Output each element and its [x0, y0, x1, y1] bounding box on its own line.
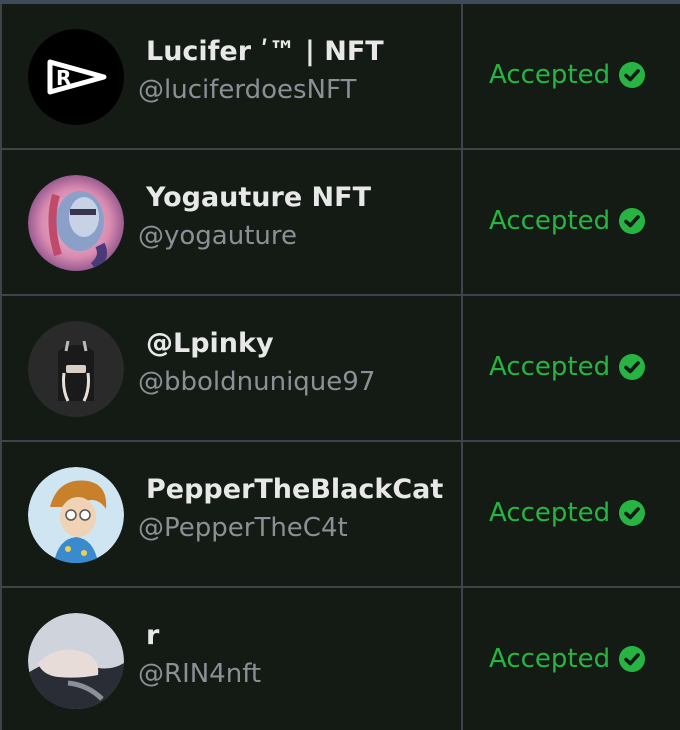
avatar[interactable] — [28, 321, 124, 417]
user-handle[interactable]: @yogauture — [138, 221, 297, 251]
cartoon-avatar-icon — [28, 467, 124, 563]
status-label: Accepted — [489, 498, 611, 528]
table-row[interactable]: PepperTheBlackCat @PepperTheC4t Accepted — [0, 442, 680, 588]
user-handle[interactable]: @RIN4nft — [138, 659, 261, 689]
status-badge: Accepted — [489, 352, 646, 382]
portrait-avatar-icon — [28, 175, 124, 271]
check-circle-icon — [618, 499, 646, 527]
table-row[interactable]: @Lpinky @bboldnunique97 Accepted — [0, 296, 680, 442]
photo-avatar-icon — [28, 613, 124, 709]
check-circle-icon — [618, 645, 646, 673]
status-label: Accepted — [489, 60, 611, 90]
status-label: Accepted — [489, 352, 611, 382]
svg-text:R: R — [56, 66, 71, 90]
user-table: R Lucifer ʹ™ | NFT @luciferdoesNFT Accep… — [0, 0, 680, 730]
check-circle-icon — [618, 353, 646, 381]
status-badge: Accepted — [489, 60, 646, 90]
avatar[interactable] — [28, 175, 124, 271]
status-label: Accepted — [489, 644, 611, 674]
avatar[interactable]: R — [28, 29, 124, 125]
user-cell[interactable]: PepperTheBlackCat @PepperTheC4t — [0, 442, 463, 586]
user-handle[interactable]: @bboldnunique97 — [138, 367, 375, 397]
user-cell[interactable]: Yogauture NFT @yogauture — [0, 150, 463, 294]
user-cell[interactable]: @Lpinky @bboldnunique97 — [0, 296, 463, 440]
display-name: PepperTheBlackCat — [146, 474, 444, 505]
avatar[interactable] — [28, 613, 124, 709]
table-row[interactable]: R Lucifer ʹ™ | NFT @luciferdoesNFT Accep… — [0, 4, 680, 150]
status-cell: Accepted — [463, 588, 680, 730]
table-row[interactable]: r @RIN4nft Accepted — [0, 588, 680, 730]
display-name: Yogauture NFT — [146, 182, 372, 213]
user-cell[interactable]: R Lucifer ʹ™ | NFT @luciferdoesNFT — [0, 4, 463, 148]
status-cell: Accepted — [463, 442, 680, 586]
status-cell: Accepted — [463, 4, 680, 148]
status-badge: Accepted — [489, 498, 646, 528]
status-badge: Accepted — [489, 206, 646, 236]
brand-logo-icon: R — [28, 29, 124, 125]
status-cell: Accepted — [463, 150, 680, 294]
display-name: Lucifer ʹ™ | NFT — [146, 36, 384, 67]
character-avatar-icon — [28, 321, 124, 417]
user-handle[interactable]: @PepperTheC4t — [138, 513, 348, 543]
status-label: Accepted — [489, 206, 611, 236]
check-circle-icon — [618, 207, 646, 235]
table-row[interactable]: Yogauture NFT @yogauture Accepted — [0, 150, 680, 296]
avatar[interactable] — [28, 467, 124, 563]
display-name: @Lpinky — [146, 328, 274, 359]
display-name: r — [146, 620, 160, 651]
status-badge: Accepted — [489, 644, 646, 674]
status-cell: Accepted — [463, 296, 680, 440]
user-cell[interactable]: r @RIN4nft — [0, 588, 463, 730]
check-circle-icon — [618, 61, 646, 89]
user-handle[interactable]: @luciferdoesNFT — [138, 75, 356, 105]
